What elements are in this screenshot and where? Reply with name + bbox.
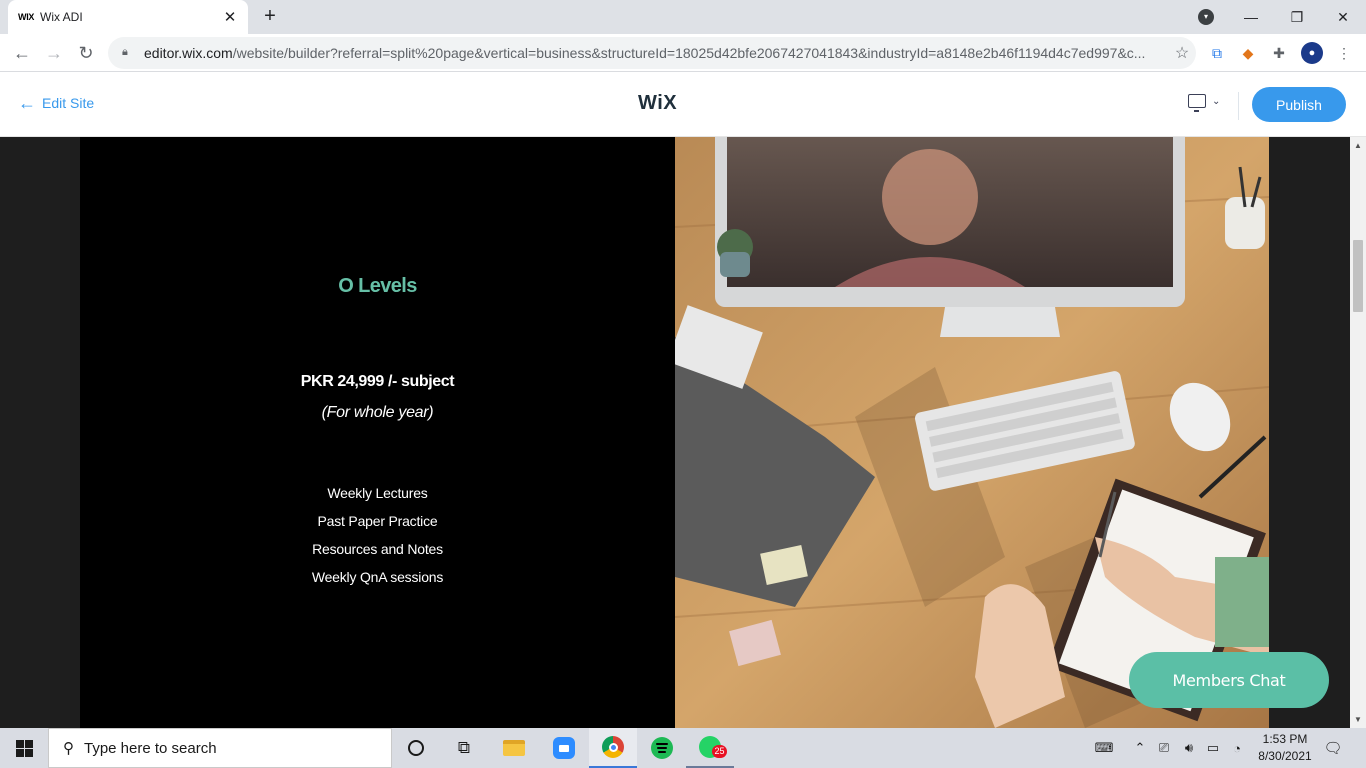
device-switcher[interactable]: ⌄ [1188,94,1221,112]
task-view-icon: ⧉ [457,738,471,757]
file-explorer-button[interactable] [490,728,538,768]
edit-site-label: Edit Site [42,95,95,111]
windows-logo-icon [15,739,33,757]
taskbar-search[interactable]: ⚲ [48,728,392,768]
tab-close-icon[interactable]: ✕ [222,8,238,26]
clock-time: 1:53 PM [1262,732,1308,746]
search-icon: ⚲ [63,740,74,757]
edit-site-link[interactable]: ← Edit Site [18,94,94,112]
wix-favicon-icon: WIX [18,12,35,22]
tab-title: Wix ADI [40,10,83,24]
feature-item: Weekly QnA sessions [311,569,444,585]
back-arrow-icon[interactable]: ← [8,39,36,67]
publish-button[interactable]: Publish [1252,87,1346,122]
wifi-icon[interactable]: ◔ [1226,728,1248,768]
meet-now-icon[interactable]: ⎚ [1154,728,1174,768]
tab-search-icon[interactable]: ▾ [1198,9,1214,25]
chrome-app-button[interactable] [589,728,637,768]
feature-list: Weekly Lectures Past Paper Practice Reso… [80,479,675,591]
zoom-camera-icon [553,737,575,759]
wix-logo: WiX [638,92,678,114]
reload-icon[interactable]: ↻ [72,39,100,67]
wix-preview-bar: ← Edit Site WiX ⌄ Publish [0,72,1366,137]
minimize-button[interactable]: — [1228,0,1274,34]
spotify-app-button[interactable] [638,728,686,768]
scroll-up-arrow-icon[interactable]: ▲ [1350,141,1366,150]
system-clock[interactable]: 1:53 PM 8/30/2021 [1252,731,1318,765]
site-canvas: O Levels PKR 24,999 /- subject (For whol… [0,137,1350,728]
new-tab-button[interactable]: + [258,4,282,28]
bookmark-star-icon[interactable]: ☆ [1168,43,1196,63]
pricing-card: O Levels PKR 24,999 /- subject (For whol… [80,137,675,728]
notification-badge: 25 [712,745,727,758]
volume-icon[interactable]: 🔊︎ [1178,728,1200,768]
url-host: editor.wix.com [144,45,233,61]
spotify-icon [651,737,673,759]
browser-tab-strip: WIX Wix ADI ✕ + ▾ — ❐ ✕ [0,0,1366,34]
feature-item: Weekly Lectures [327,485,428,501]
show-hidden-icons-chevron-icon[interactable]: ⌃ [1130,728,1150,768]
desktop-monitor-icon [1188,94,1206,112]
lock-icon: 🔒︎ [122,46,128,58]
divider [1238,92,1239,120]
forward-arrow-icon[interactable]: → [40,39,68,67]
close-window-button[interactable]: ✕ [1320,0,1366,34]
task-view-button[interactable]: ⧉ [440,728,488,768]
page-scrollbar[interactable]: ▲ ▼ [1350,137,1366,728]
browser-tab-wix-adi[interactable]: WIX Wix ADI ✕ [8,0,248,34]
zoom-app-button[interactable] [540,728,588,768]
course-duration: (For whole year) [321,404,434,421]
taskbar-search-input[interactable] [84,739,364,757]
start-button[interactable] [0,728,48,768]
desk-photo-illustration [675,137,1269,728]
chrome-menu-icon[interactable]: ⋮ [1333,42,1355,64]
clock-date: 8/30/2021 [1258,749,1312,763]
whatsapp-app-button[interactable]: 25 [686,728,734,768]
keyboard-layout-icon[interactable]: ⌨ [1090,728,1118,768]
desk-photo [675,137,1269,728]
course-price: PKR 24,999 /- subject [300,373,455,390]
scroll-down-arrow-icon[interactable]: ▼ [1350,715,1366,724]
url-text[interactable]: editor.wix.com/website/builder?referral=… [144,45,1168,61]
metamask-fox-icon[interactable]: ◆ [1237,42,1259,64]
windows-taskbar: ⚲ ⧉ 25 ⌨ ⌃ ⎚ 🔊︎ ▭ ◔ 1:53 PM 8/30/2021 🗨︎ [0,728,1366,768]
feature-item: Resources and Notes [312,541,443,557]
chevron-down-icon: ⌄ [1212,95,1221,107]
browser-toolbar: ← → ↻ 🔒︎ editor.wix.com/website/builder?… [0,34,1366,72]
folder-icon [503,740,525,756]
feature-item: Past Paper Practice [317,513,438,529]
notifications-icon[interactable]: 🗨︎ [1320,728,1346,768]
address-bar[interactable]: 🔒︎ editor.wix.com/website/builder?referr… [108,37,1196,69]
profile-avatar-icon[interactable]: ● [1301,42,1323,64]
course-title: O Levels [338,275,417,297]
battery-icon[interactable]: ▭ [1202,728,1224,768]
members-chat-button[interactable]: Members Chat [1129,652,1329,708]
scrollbar-thumb[interactable] [1353,240,1363,312]
whatsapp-icon: 25 [699,736,727,758]
restore-button[interactable]: ❐ [1274,0,1320,34]
cortana-button[interactable] [392,728,440,768]
back-arrow-icon: ← [18,93,36,113]
url-path: /website/builder?referral=split%20page&v… [232,45,1146,61]
extensions-puzzle-icon[interactable]: ✚ [1268,42,1290,64]
chrome-icon [602,736,624,758]
extension-translate-icon[interactable]: ⧉ [1206,42,1228,64]
cortana-circle-icon [408,740,424,756]
